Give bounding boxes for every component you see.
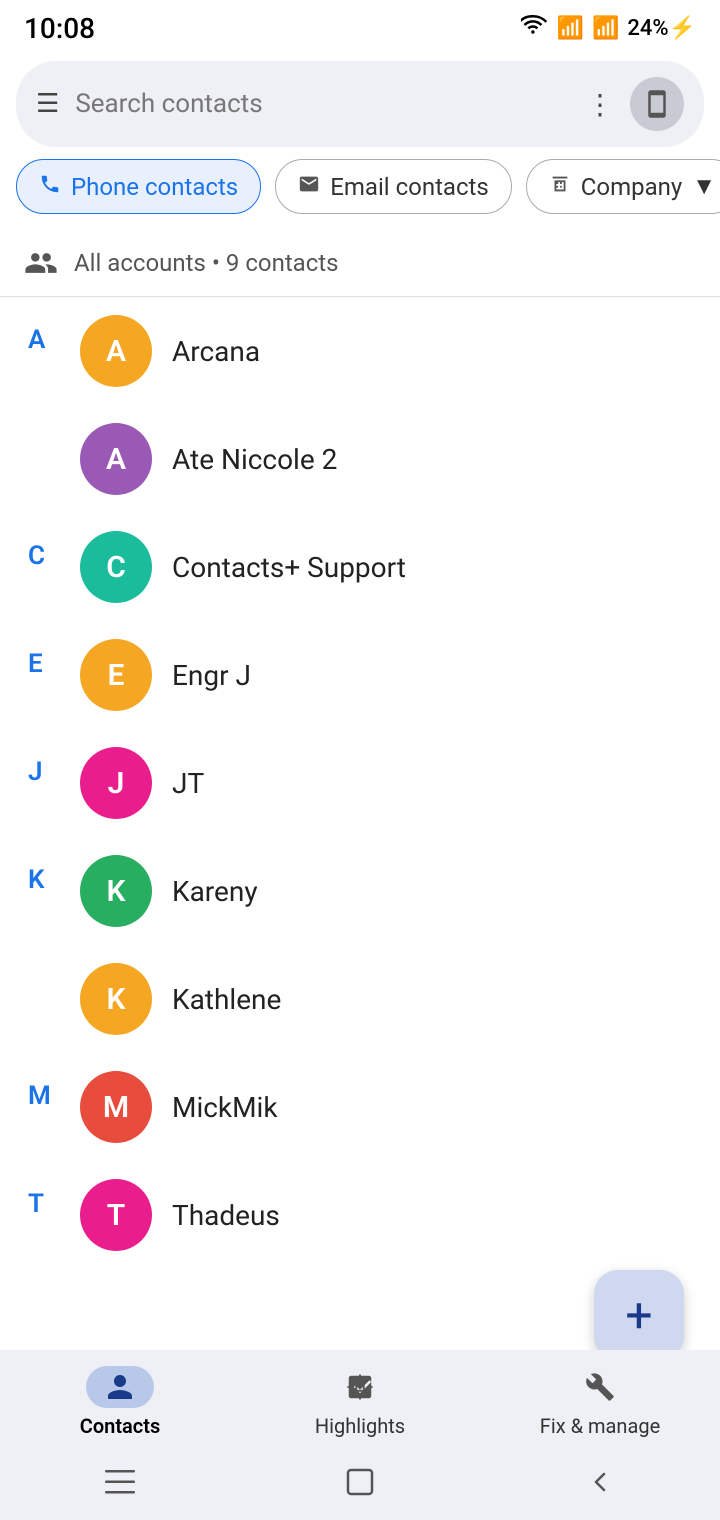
highlights-nav-label: Highlights xyxy=(315,1414,405,1438)
contacts-nav-label: Contacts xyxy=(80,1414,160,1438)
status-time: 10:08 xyxy=(24,12,95,45)
contact-item[interactable]: C Contacts+ Support xyxy=(70,513,720,621)
contact-section-j: JJ JT xyxy=(0,729,720,837)
nav-item-fix[interactable]: Fix & manage xyxy=(480,1366,720,1438)
contact-name: Kareny xyxy=(172,875,258,908)
contact-avatar: J xyxy=(80,747,152,819)
nav-item-contacts[interactable]: Contacts xyxy=(0,1366,240,1438)
battery-text: 24%⚡ xyxy=(627,16,696,41)
account-info-text: All accounts • 9 contacts xyxy=(74,249,339,277)
chip-phone-contacts[interactable]: Phone contacts xyxy=(16,159,261,214)
contact-avatar: C xyxy=(80,531,152,603)
chip-company-label: Company xyxy=(581,173,683,201)
contact-name: JT xyxy=(172,767,204,800)
section-letter-c: C xyxy=(0,513,70,571)
contact-avatar: K xyxy=(80,963,152,1035)
signal-icon: 📶 xyxy=(557,16,584,41)
search-bar[interactable]: ☰ Search contacts ⋮ xyxy=(16,61,704,147)
contact-section-m: MM MickMik xyxy=(0,1053,720,1161)
system-back-btn[interactable] xyxy=(582,1464,618,1500)
contact-section-e: EE Engr J xyxy=(0,621,720,729)
contact-name: Thadeus xyxy=(172,1199,280,1232)
fix-nav-icon xyxy=(566,1366,634,1408)
nav-items: Contacts Highlights Fix & manage xyxy=(0,1366,720,1450)
wifi-icon xyxy=(521,15,549,43)
contact-name: MickMik xyxy=(172,1091,278,1124)
contact-name: Kathlene xyxy=(172,983,281,1016)
section-letter-j: J xyxy=(0,729,70,787)
signal2-icon: 📶 xyxy=(592,16,619,41)
contact-name: Arcana xyxy=(172,335,260,368)
contact-avatar: A xyxy=(80,315,152,387)
contact-avatar: T xyxy=(80,1179,152,1251)
contact-name: Engr J xyxy=(172,659,251,692)
section-letter-t: T xyxy=(0,1161,70,1219)
contact-item[interactable]: E Engr J xyxy=(70,621,720,729)
menu-icon[interactable]: ☰ xyxy=(36,89,59,119)
filter-chips: Phone contacts Email contacts Company ▼ xyxy=(0,159,720,230)
system-home-btn[interactable] xyxy=(342,1464,378,1500)
contact-item[interactable]: K Kathlene xyxy=(0,945,720,1053)
more-options-icon[interactable]: ⋮ xyxy=(586,88,614,121)
contact-section-k: KK Kareny xyxy=(0,837,720,945)
section-letter-e: E xyxy=(0,621,70,679)
fix-nav-label: Fix & manage xyxy=(540,1414,660,1438)
chip-company[interactable]: Company ▼ xyxy=(526,159,720,214)
company-dropdown-icon: ▼ xyxy=(692,172,716,201)
contact-item[interactable]: J JT xyxy=(70,729,720,837)
search-actions: ⋮ xyxy=(586,77,684,131)
contact-item[interactable]: M MickMik xyxy=(70,1053,720,1161)
status-icons: 📶 📶 24%⚡ xyxy=(521,15,696,43)
chip-email-contacts[interactable]: Email contacts xyxy=(275,159,512,214)
accounts-icon xyxy=(24,246,58,280)
system-menu-btn[interactable] xyxy=(102,1464,138,1500)
chip-email-label: Email contacts xyxy=(330,173,489,201)
contact-name: Contacts+ Support xyxy=(172,551,406,584)
email-chip-icon xyxy=(298,173,320,201)
company-chip-icon xyxy=(549,173,571,201)
nav-item-highlights[interactable]: Highlights xyxy=(240,1366,480,1438)
status-bar: 10:08 📶 📶 24%⚡ xyxy=(0,0,720,53)
contact-section-c: CC Contacts+ Support xyxy=(0,513,720,621)
contact-avatar: K xyxy=(80,855,152,927)
contact-avatar: A xyxy=(80,423,152,495)
system-nav xyxy=(0,1450,720,1520)
contacts-nav-icon xyxy=(86,1366,154,1408)
contact-item[interactable]: K Kareny xyxy=(70,837,720,945)
contact-section-a: AA Arcana xyxy=(0,297,720,405)
bottom-nav: Contacts Highlights Fix & manage xyxy=(0,1350,720,1520)
contact-item[interactable]: A Arcana xyxy=(70,297,720,405)
search-placeholder: Search contacts xyxy=(75,89,570,119)
chip-phone-label: Phone contacts xyxy=(71,173,238,201)
contact-name: Ate Niccole 2 xyxy=(172,443,337,476)
section-letter-m: M xyxy=(0,1053,70,1111)
account-info: All accounts • 9 contacts xyxy=(0,230,720,296)
add-contact-fab[interactable]: + xyxy=(594,1270,684,1360)
contact-section-t: TT Thadeus xyxy=(0,1161,720,1269)
phone-chip-icon xyxy=(39,173,61,201)
contact-avatar: M xyxy=(80,1071,152,1143)
section-letter-a: A xyxy=(0,297,70,355)
section-letter-k: K xyxy=(0,837,70,895)
contact-item[interactable]: A Ate Niccole 2 xyxy=(0,405,720,513)
contact-list: AAArcanaAAte Niccole 2CCContacts+ Suppor… xyxy=(0,297,720,1269)
highlights-nav-icon xyxy=(326,1366,394,1408)
contact-avatar: E xyxy=(80,639,152,711)
device-icon-button[interactable] xyxy=(630,77,684,131)
contact-item[interactable]: T Thadeus xyxy=(70,1161,720,1269)
